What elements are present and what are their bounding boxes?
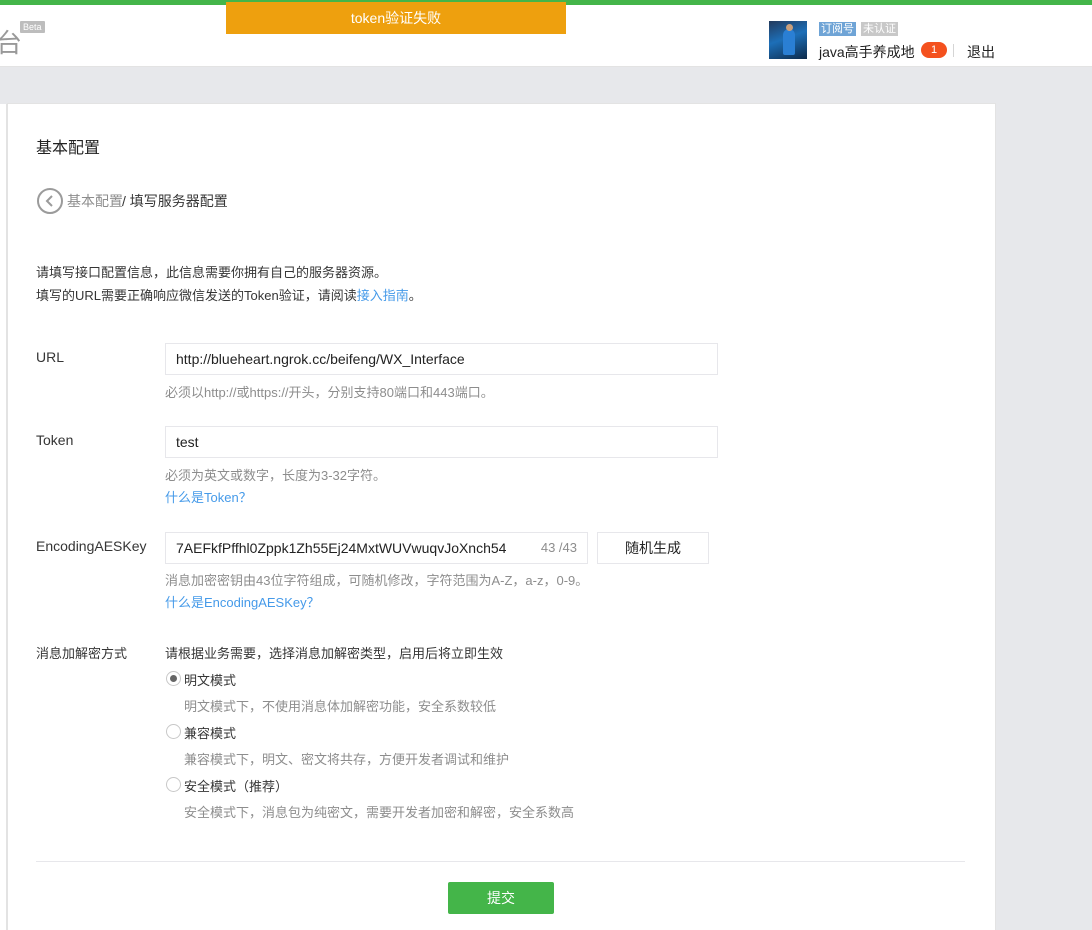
aes-key-hint: 消息加密密钥由43位字符组成，可随机修改，字符范围为A-Z，a-z，0-9。 <box>165 573 589 588</box>
subscription-tag: 订阅号 <box>819 22 856 36</box>
radio-description: 兼容模式下，明文、密文将共存，方便开发者调试和维护 <box>184 752 510 767</box>
beta-badge: Beta <box>20 21 45 33</box>
intro-guide-suffix: 。 <box>408 288 422 303</box>
sidebar-edge <box>0 104 7 930</box>
radio-button[interactable] <box>166 724 181 739</box>
generate-key-button[interactable]: 随机生成 <box>597 532 709 564</box>
aes-key-help-link[interactable]: 什么是EncodingAESKey？ <box>165 592 320 611</box>
error-toast: token验证失败 <box>226 2 566 34</box>
intro-text: 请填写接口配置信息，此信息需要你拥有自己的服务器资源。 <box>36 265 388 280</box>
token-help-link[interactable]: 什么是Token？ <box>165 487 252 506</box>
page-title: 基本配置 <box>36 140 101 157</box>
aes-key-char-counter: 43 /43 <box>540 540 577 555</box>
radio-label: 明文模式 <box>184 673 237 688</box>
radio-description: 明文模式下，不使用消息体加解密功能，安全系数较低 <box>184 699 497 714</box>
aes-key-input[interactable]: 7AEFkfPffhl0Zppk1Zh55Ej24MxtWUVwuqvJoXnc… <box>165 532 588 564</box>
form-divider <box>36 861 965 862</box>
platform-logo[interactable]: 台 <box>0 23 22 60</box>
chevron-left-icon <box>45 195 53 207</box>
back-button[interactable] <box>37 188 63 214</box>
server-config-panel: 基本配置 基本配置 / 填写服务器配置 请填写接口配置信息，此信息需要你拥有自己… <box>7 103 996 930</box>
token-input[interactable]: test <box>165 426 718 458</box>
token-label: Token <box>36 432 74 448</box>
radio-label: 兼容模式 <box>184 726 237 741</box>
logout-link[interactable]: 退出 <box>967 42 995 62</box>
header-divider <box>953 44 954 57</box>
encryption-mode-intro: 请根据业务需要，选择消息加解密类型，启用后将立即生效 <box>165 646 504 661</box>
url-input[interactable]: http://blueheart.ngrok.cc/beifeng/WX_Int… <box>165 343 718 375</box>
token-hint: 必须为英文或数字，长度为3-32字符。 <box>165 468 387 483</box>
unverified-tag: 未认证 <box>861 22 898 36</box>
aes-key-value: 7AEFkfPffhl0Zppk1Zh55Ej24MxtWUVwuqvJoXnc… <box>176 540 507 556</box>
radio-label: 安全模式（推荐） <box>184 779 289 794</box>
radio-button-checked[interactable] <box>166 671 181 686</box>
intro-guide-prefix: 填写的URL需要正确响应微信发送的Token验证，请阅读 <box>36 288 357 303</box>
encryption-mode-label: 消息加解密方式 <box>36 646 128 661</box>
account-avatar[interactable] <box>769 21 807 59</box>
submit-button[interactable]: 提交 <box>448 882 554 914</box>
notification-count-badge[interactable]: 1 <box>921 42 947 58</box>
radio-description: 安全模式下，消息包为纯密文，需要开发者加密和解密，安全系数高 <box>184 805 575 820</box>
account-name[interactable]: java高手养成地 <box>819 42 915 62</box>
intro-text-guide: 填写的URL需要正确响应微信发送的Token验证，请阅读接入指南。 <box>36 285 422 304</box>
breadcrumb-parent[interactable]: 基本配置 <box>67 191 123 211</box>
access-guide-link[interactable]: 接入指南 <box>357 288 409 303</box>
radio-button[interactable] <box>166 777 181 792</box>
aes-key-label: EncodingAESKey <box>36 538 147 554</box>
url-hint: 必须以http://或https://开头，分别支持80端口和443端口。 <box>165 385 494 400</box>
breadcrumb-current: / 填写服务器配置 <box>122 193 228 209</box>
url-label: URL <box>36 349 65 365</box>
